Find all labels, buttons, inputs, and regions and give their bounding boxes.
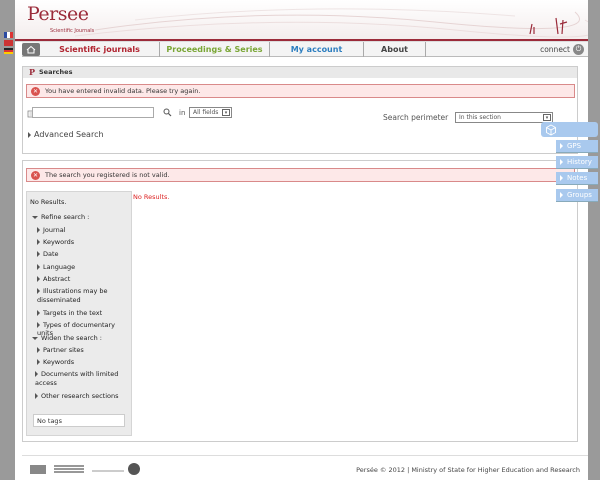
flag-fr-icon[interactable] (4, 32, 13, 38)
search-not-valid-error: ✕ The search you registered is not valid… (26, 168, 575, 182)
expand-arrow-icon (37, 264, 40, 270)
expand-arrow-icon (37, 288, 40, 294)
search-icon[interactable] (163, 108, 172, 117)
tool-history[interactable]: History (556, 156, 598, 169)
field-select-value: All fields (193, 109, 219, 116)
nav-scientific-journals[interactable]: Scientific journals (40, 42, 160, 57)
expand-arrow-icon (37, 359, 40, 365)
expand-arrow-icon (560, 143, 563, 149)
flag-en-icon[interactable] (4, 40, 13, 46)
tool-notes[interactable]: Notes (556, 172, 598, 185)
error-icon: ✕ (31, 87, 40, 96)
search-input[interactable] (32, 107, 154, 118)
site-header: Persee Scientific Journals (15, 0, 588, 42)
header-swoosh-decoration (74, 8, 588, 38)
expand-arrow-icon (37, 322, 40, 328)
expand-arrow-icon (37, 347, 40, 353)
tools-toggle[interactable] (541, 122, 598, 137)
advanced-search-link[interactable]: Advanced Search (28, 130, 104, 139)
tool-groups[interactable]: Groups (556, 189, 598, 202)
cube-icon (546, 124, 556, 136)
widen-item-keywords[interactable]: Keywords (37, 358, 74, 366)
expand-arrow-icon (560, 175, 563, 181)
flag-de-icon[interactable] (4, 48, 13, 54)
widen-item-other-sections[interactable]: Other research sections (35, 392, 119, 400)
widen-search-label: Widen the search : (41, 334, 102, 342)
refine-item-date[interactable]: Date (37, 250, 59, 258)
widen-search-toggle[interactable]: Widen the search : (32, 334, 102, 342)
expand-arrow-icon (560, 192, 563, 198)
search-perimeter-select[interactable]: In this section ▾ (455, 112, 553, 123)
search-perimeter-label: Search perimeter (383, 113, 449, 122)
expand-arrow-icon (35, 371, 38, 377)
nav-my-account[interactable]: My account (270, 42, 364, 57)
invalid-data-error: ✕ You have entered invalid data. Please … (26, 84, 575, 98)
home-button[interactable] (22, 43, 40, 56)
refine-item-abstract[interactable]: Abstract (37, 275, 70, 283)
searches-title: P Searches (23, 67, 577, 78)
power-icon[interactable]: ⏻ (573, 44, 584, 55)
search-perimeter-value: In this section (459, 114, 501, 121)
searches-title-label: Searches (39, 68, 73, 76)
invalid-data-error-text: You have entered invalid data. Please tr… (45, 87, 201, 95)
logo-subtitle: Scientific Journals (50, 28, 95, 34)
expand-arrow-icon (560, 159, 563, 165)
refine-search-toggle[interactable]: Refine search : (32, 213, 89, 221)
refine-item-targets[interactable]: Targets in the text (37, 309, 102, 317)
expand-arrow-icon (37, 227, 40, 233)
expand-arrow-icon (35, 393, 38, 399)
expand-arrow-icon (37, 276, 40, 282)
error-icon: ✕ (31, 171, 40, 180)
language-switcher (4, 32, 13, 56)
widen-item-partner-sites[interactable]: Partner sites (37, 346, 84, 354)
widen-item-limited-access[interactable]: Documents with limited access (30, 370, 122, 388)
persee-p-icon: P (29, 67, 36, 77)
page: Persee Scientific Journals Scientific jo… (15, 0, 588, 480)
expand-arrow-icon (28, 131, 31, 138)
refine-item-journal[interactable]: Journal (37, 226, 65, 234)
collapse-arrow-icon (32, 215, 38, 219)
results-sidebar: No Results. Refine search : Journal Keyw… (26, 191, 132, 436)
partner-logos (30, 463, 140, 475)
dropdown-arrow-icon: ▾ (543, 114, 551, 121)
refine-item-illustrations[interactable]: Illustrations may be disseminated (32, 287, 122, 305)
connect-link[interactable]: connect (540, 42, 570, 57)
dropdown-arrow-icon: ▾ (222, 109, 230, 116)
expand-arrow-icon (37, 310, 40, 316)
expand-arrow-icon (37, 251, 40, 257)
sidebar-no-results: No Results. (30, 198, 67, 206)
in-label: in (179, 109, 186, 117)
refine-item-language[interactable]: Language (37, 263, 75, 271)
tools-widget: GPS History Notes Groups (541, 122, 598, 212)
home-icon (26, 45, 36, 54)
main-no-results: No Results. (133, 193, 170, 201)
nav-proceedings-series[interactable]: Proceedings & Series (160, 42, 270, 57)
refine-item-keywords[interactable]: Keywords (37, 238, 74, 246)
search-not-valid-error-text: The search you registered is not valid. (45, 171, 170, 179)
footer-text: Persée © 2012 | Ministry of State for Hi… (356, 466, 580, 474)
collapse-arrow-icon (32, 336, 38, 340)
field-select[interactable]: All fields ▾ (189, 107, 232, 118)
refine-search-label: Refine search : (41, 213, 90, 221)
nav-about[interactable]: About (364, 42, 426, 57)
advanced-search-label: Advanced Search (34, 130, 104, 139)
site-logo[interactable]: Persee (27, 3, 89, 25)
site-footer: Persée © 2012 | Ministry of State for Hi… (22, 455, 588, 480)
tags-box: No tags (33, 414, 125, 427)
expand-arrow-icon (37, 239, 40, 245)
main-nav: Scientific journals Proceedings & Series… (22, 42, 588, 57)
tool-gps[interactable]: GPS (556, 140, 598, 153)
